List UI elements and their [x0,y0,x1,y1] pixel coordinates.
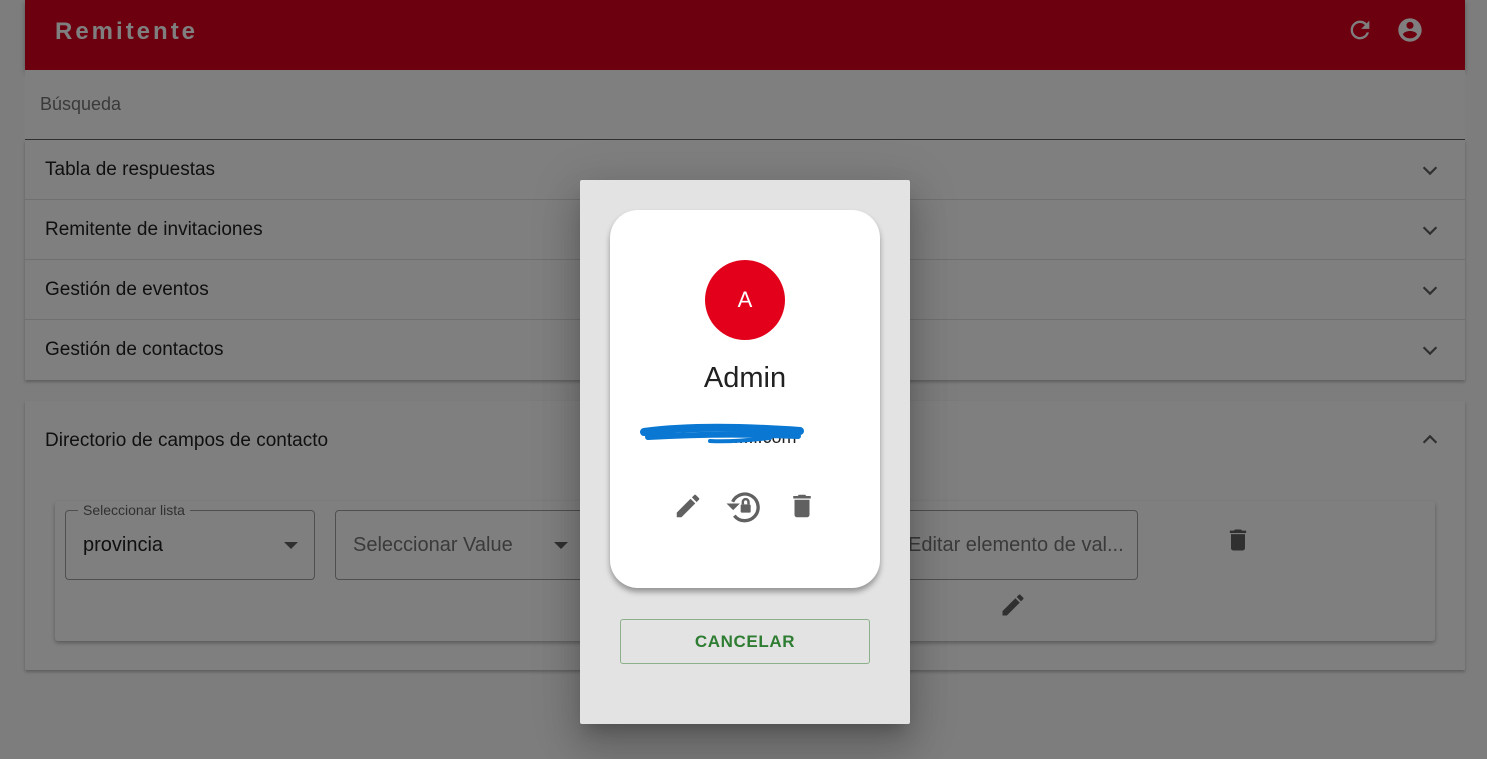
user-dialog: A Admin ....l.com CANCELAR [580,180,910,724]
user-card: A Admin ....l.com [610,210,880,588]
cancel-button[interactable]: CANCELAR [620,619,870,664]
page: Remitente Tabla de respuestas Remitente … [0,0,1487,759]
lock-reset-icon[interactable] [724,486,764,526]
delete-icon[interactable] [787,491,817,521]
user-name: Admin [703,362,787,394]
edit-icon[interactable] [673,491,703,521]
redaction-scribble [640,423,804,444]
avatar: A [705,260,785,340]
